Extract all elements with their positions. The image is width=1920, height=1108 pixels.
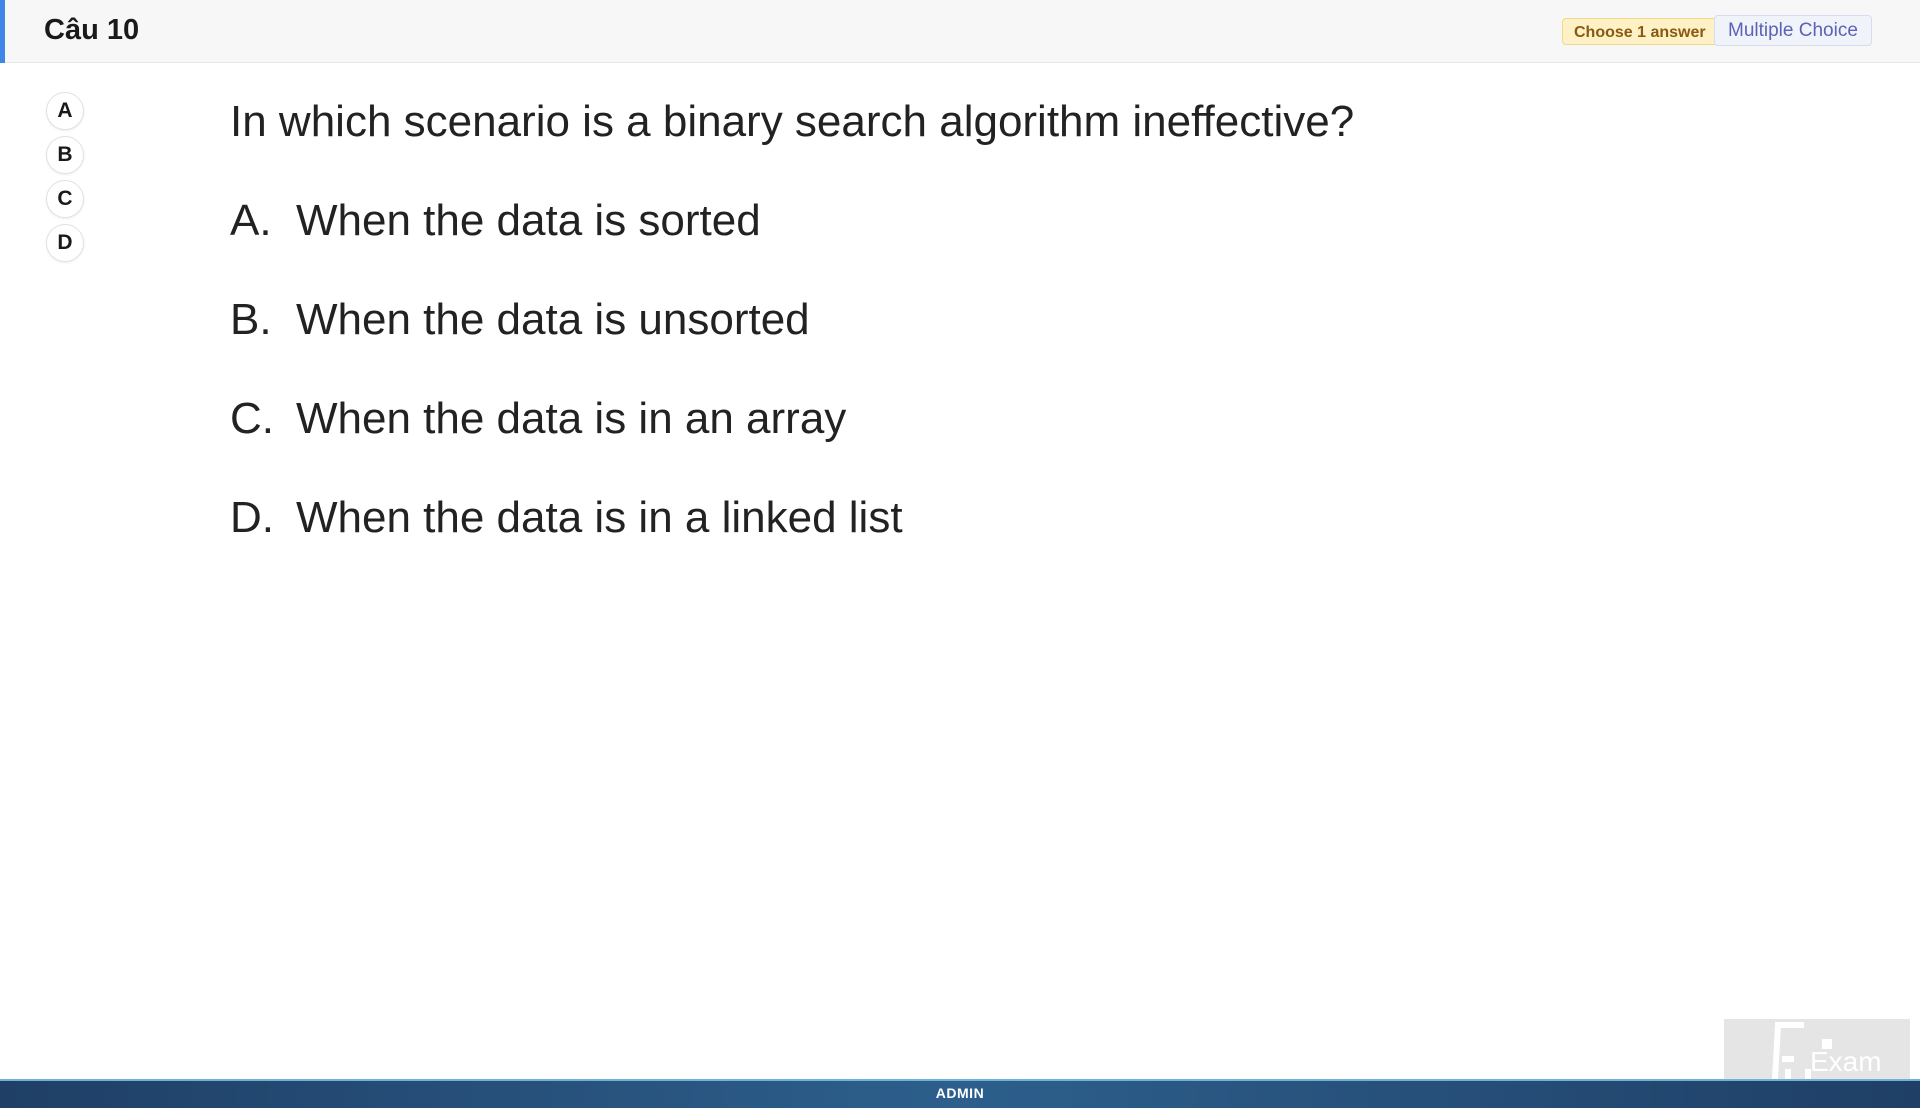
answer-option-a-button[interactable]: A <box>46 92 84 130</box>
question-text: In which scenario is a binary search alg… <box>230 97 1355 146</box>
exam-page: Câu 10 Choose 1 answer Multiple Choice A… <box>0 0 1920 1108</box>
choose-count-badge: Choose 1 answer <box>1562 18 1718 45</box>
option-d-letter: D. <box>230 493 274 542</box>
option-a-text: When the data is sorted <box>296 196 761 245</box>
watermark-logo-text: Exam <box>1810 1046 1882 1077</box>
option-c-letter: C. <box>230 394 274 443</box>
header-accent-bar <box>0 0 5 63</box>
option-a-letter: A. <box>230 196 272 245</box>
option-a-line: A. When the data is sorted <box>230 191 1730 251</box>
question-header: Câu 10 Choose 1 answer Multiple Choice <box>0 0 1920 63</box>
question-number: Câu 10 <box>44 14 140 46</box>
option-d-line: D. When the data is in a linked list <box>230 488 1730 548</box>
option-b-text: When the data is unsorted <box>296 295 810 344</box>
answer-option-d-button[interactable]: D <box>46 224 84 262</box>
answer-option-b-button[interactable]: B <box>46 136 84 174</box>
option-b-letter: B. <box>230 295 272 344</box>
option-c-line: C. When the data is in an array <box>230 389 1730 449</box>
question-content: In which scenario is a binary search alg… <box>230 92 1730 587</box>
option-d-text: When the data is in a linked list <box>296 493 903 542</box>
answer-option-c-button[interactable]: C <box>46 180 84 218</box>
footer-user-label: ADMIN <box>935 1085 985 1101</box>
question-type-badge: Multiple Choice <box>1714 15 1872 46</box>
option-b-line: B. When the data is unsorted <box>230 290 1730 350</box>
footer-bar: ADMIN <box>0 1079 1920 1108</box>
option-c-text: When the data is in an array <box>296 394 847 443</box>
answer-picker: A B C D <box>46 92 86 268</box>
